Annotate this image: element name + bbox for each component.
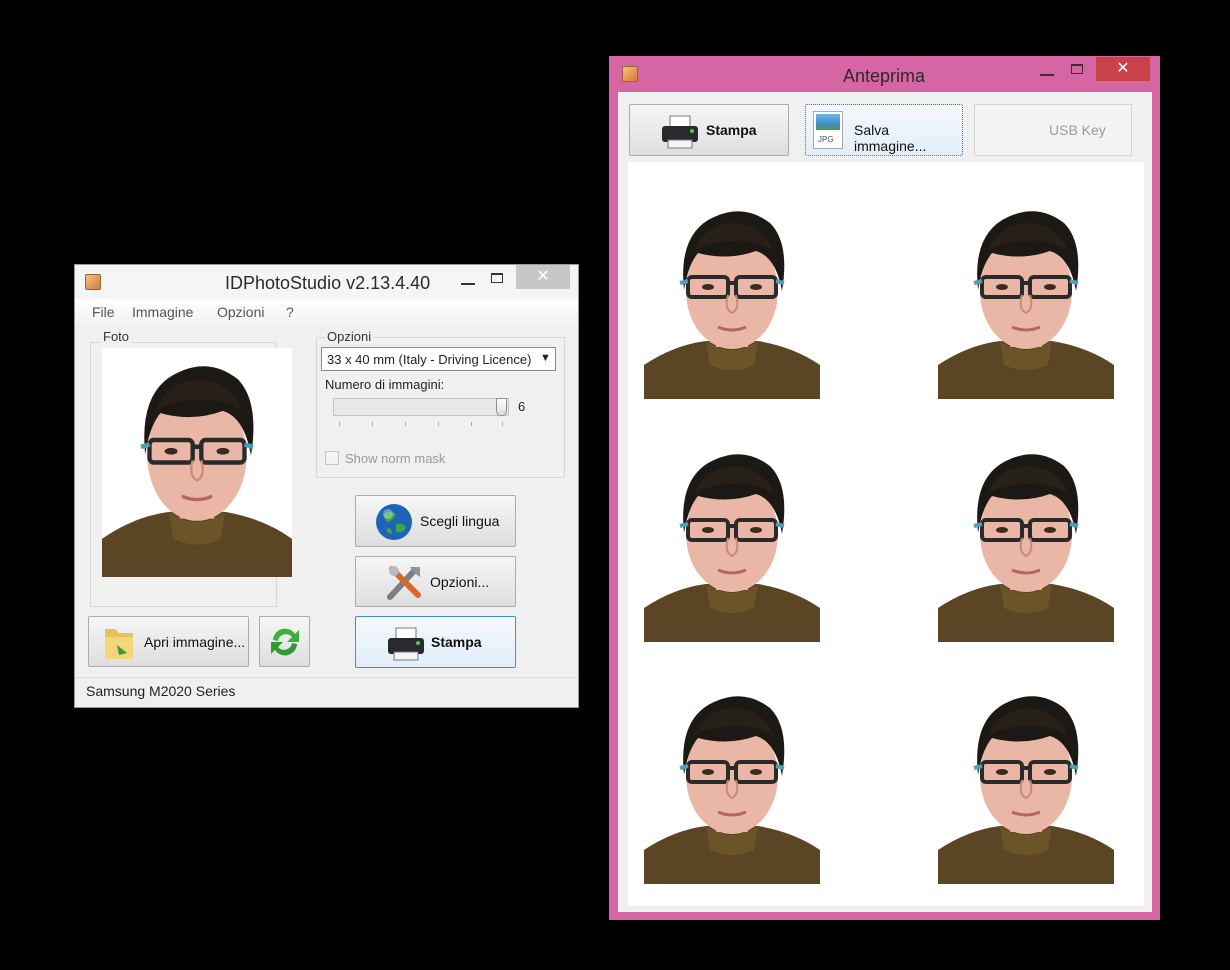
photo-copy (938, 680, 1114, 884)
image-count-slider[interactable] (333, 398, 509, 416)
maximize-button[interactable] (491, 273, 503, 283)
show-norm-mask-label: Show norm mask (345, 451, 446, 466)
preview-window-title: Anteprima (843, 66, 926, 86)
minimize-button[interactable] (1040, 74, 1054, 76)
printer-icon (662, 115, 698, 149)
app-icon[interactable] (622, 66, 638, 82)
menu-immagine[interactable]: Immagine (132, 304, 193, 320)
menu-help[interactable]: ? (286, 304, 294, 320)
format-select[interactable]: 33 x 40 mm (Italy - Driving Licence) ▼ (321, 347, 556, 371)
photo-copy (644, 438, 820, 642)
refresh-icon (271, 628, 299, 656)
window-title: IDPhotoStudio v2.13.4.40 (225, 273, 431, 293)
format-select-value: 33 x 40 mm (Italy - Driving Licence) (327, 352, 532, 367)
scegli-lingua-button[interactable]: Scegli lingua (355, 495, 516, 547)
opzioni-group-label: Opzioni (325, 329, 374, 344)
menu-file[interactable]: File (92, 304, 115, 320)
jpg-tag: JPG (818, 135, 834, 144)
photo-preview (102, 348, 292, 577)
print-sheet (628, 162, 1144, 906)
slider-tick (438, 422, 439, 426)
preview-window: Anteprima ✕ Stampa JPG Salva immagine...… (609, 56, 1160, 920)
jpg-file-icon: JPG (813, 111, 843, 149)
stampa-button[interactable]: Stampa (355, 616, 516, 668)
stampa-button-label: Stampa (431, 634, 482, 650)
photo-copy (644, 680, 820, 884)
main-window: IDPhotoStudio v2.13.4.40 ✕ File Immagine… (74, 264, 579, 708)
preview-stampa-label: Stampa (706, 122, 757, 138)
salva-immagine-button[interactable]: JPG Salva immagine... (805, 104, 963, 156)
preview-content: Stampa JPG Salva immagine... USB Key (618, 92, 1152, 912)
globe-icon (376, 504, 412, 540)
minimize-button[interactable] (461, 283, 475, 285)
refresh-button[interactable] (259, 616, 310, 667)
numero-label: Numero di immagini: (325, 377, 445, 392)
jpg-thumbnail (816, 114, 840, 130)
close-button[interactable]: ✕ (1096, 57, 1150, 81)
menu-opzioni[interactable]: Opzioni (217, 304, 264, 320)
photo-copy (938, 438, 1114, 642)
title-bar[interactable]: IDPhotoStudio v2.13.4.40 ✕ (75, 265, 578, 299)
slider-thumb[interactable] (496, 398, 507, 416)
apri-immagine-label: Apri immagine... (144, 634, 246, 650)
open-folder-icon (105, 629, 133, 659)
foto-group-label: Foto (101, 329, 132, 344)
app-icon[interactable] (85, 274, 101, 290)
maximize-button[interactable] (1071, 64, 1083, 74)
photo-copy (938, 195, 1114, 399)
show-norm-mask-checkbox[interactable] (325, 451, 339, 465)
opzioni-button-label: Opzioni... (430, 574, 490, 590)
menu-bar: File Immagine Opzioni ? (75, 299, 578, 323)
apri-immagine-button[interactable]: Apri immagine... (88, 616, 249, 667)
slider-tick (372, 422, 373, 426)
slider-tick (339, 422, 340, 426)
preview-title-bar[interactable]: Anteprima ✕ (609, 56, 1160, 92)
slider-tick (471, 422, 472, 426)
chevron-down-icon: ▼ (540, 352, 551, 364)
slider-tick (502, 422, 503, 426)
usb-key-button[interactable]: USB Key (974, 104, 1132, 156)
tools-icon (387, 566, 421, 600)
slider-value: 6 (518, 399, 526, 414)
printer-icon (388, 627, 424, 661)
slider-tick (405, 422, 406, 426)
opzioni-button[interactable]: Opzioni... (355, 556, 516, 607)
salva-immagine-label: Salva immagine... (854, 122, 927, 154)
close-button[interactable]: ✕ (516, 265, 570, 289)
status-divider (75, 677, 578, 678)
scegli-lingua-label: Scegli lingua (420, 513, 500, 529)
preview-stampa-button[interactable]: Stampa (629, 104, 789, 156)
usb-key-label: USB Key (1049, 122, 1106, 138)
status-bar-text: Samsung M2020 Series (86, 683, 236, 699)
photo-copy (644, 195, 820, 399)
